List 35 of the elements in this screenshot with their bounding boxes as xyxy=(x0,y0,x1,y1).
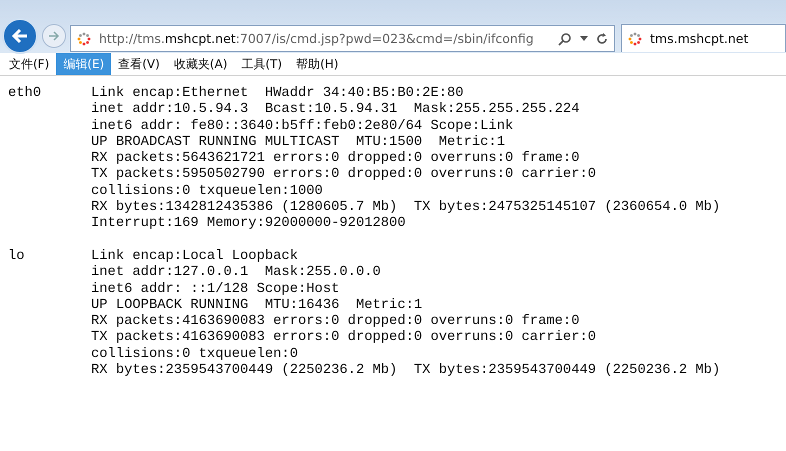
menu-item[interactable]: 收藏夹(A) xyxy=(166,53,234,75)
output-line: collisions:0 txqueuelen:1000 xyxy=(91,184,324,200)
output-line: UP BROADCAST RUNNING MULTICAST MTU:1500 Metric:1 xyxy=(91,134,506,151)
address-bar[interactable]: http://tms.mshcpt.net:7007/is/cmd.jsp?pwd=023&cmd=/sbin/ifconfig xyxy=(70,25,615,52)
output-line: inet addr:127.0.0.1 Mask:255.0.0.0 xyxy=(91,265,382,282)
dropdown-icon[interactable] xyxy=(580,36,588,41)
interface-name: eth0 xyxy=(8,86,42,103)
output-line: RX packets:5643621721 errors:0 dropped:0 overruns:0 frame:0 xyxy=(91,151,580,167)
back-arrow-icon xyxy=(11,27,29,45)
output-line: inet addr:10.5.94.3 Bcast:10.5.94.31 Mask:255.255.255.224 xyxy=(91,102,580,119)
search-icon[interactable] xyxy=(558,32,572,46)
output-line: RX bytes:2359543700449 (2250236.2 Mb) TX bytes:2359543700449 (2250236.2 Mb) xyxy=(91,363,722,380)
output-line: inet6 addr: fe80::3640:b5ff:feb0:2e80/64 Scope:Link xyxy=(91,118,514,135)
loading-icon xyxy=(77,32,91,46)
output-line: inet6 addr: ::1/128 Scope:Host xyxy=(91,282,340,298)
browser-tab[interactable]: tms.mshcpt.net xyxy=(621,24,786,52)
back-button[interactable] xyxy=(2,18,38,54)
menu-item[interactable]: 工具(T) xyxy=(234,53,290,75)
output-line: Link encap:Local Loopback xyxy=(91,248,299,265)
output-line: RX packets:4163690083 errors:0 dropped:0 overruns:0 frame:0 xyxy=(91,314,580,330)
output-line: Interrupt:169 Memory:92000000-92012800 xyxy=(91,216,407,233)
output-line: collisions:0 txqueuelen:0 xyxy=(91,346,299,363)
loading-icon xyxy=(628,32,642,46)
output-line: UP LOOPBACK RUNNING MTU:16436 Metric:1 xyxy=(91,298,424,314)
output-line: TX packets:5950502790 errors:0 dropped:0 overruns:0 carrier:0 xyxy=(91,167,598,184)
url-text: http://tms.mshcpt.net:7007/is/cmd.jsp?pwd=023&cmd=/sbin/ifconfig xyxy=(99,31,535,46)
refresh-icon[interactable] xyxy=(596,32,608,45)
output-line: TX packets:4163690083 errors:0 dropped:0 overruns:0 carrier:0 xyxy=(91,330,598,347)
menu-item[interactable]: 文件(F) xyxy=(2,53,56,75)
menu-item[interactable]: 查看(V) xyxy=(111,53,167,75)
menu-item[interactable]: 帮助(H) xyxy=(289,53,346,75)
output-line: RX bytes:1342812435386 (1280605.7 Mb) TX bytes:2475325145107 (2360654.0 Mb) xyxy=(91,200,722,216)
forward-arrow-icon xyxy=(48,30,60,42)
output-line: Link encap:Ethernet HWaddr 34:40:B5:B0:2E:80 xyxy=(91,86,465,102)
interface-name: lo xyxy=(8,248,26,266)
